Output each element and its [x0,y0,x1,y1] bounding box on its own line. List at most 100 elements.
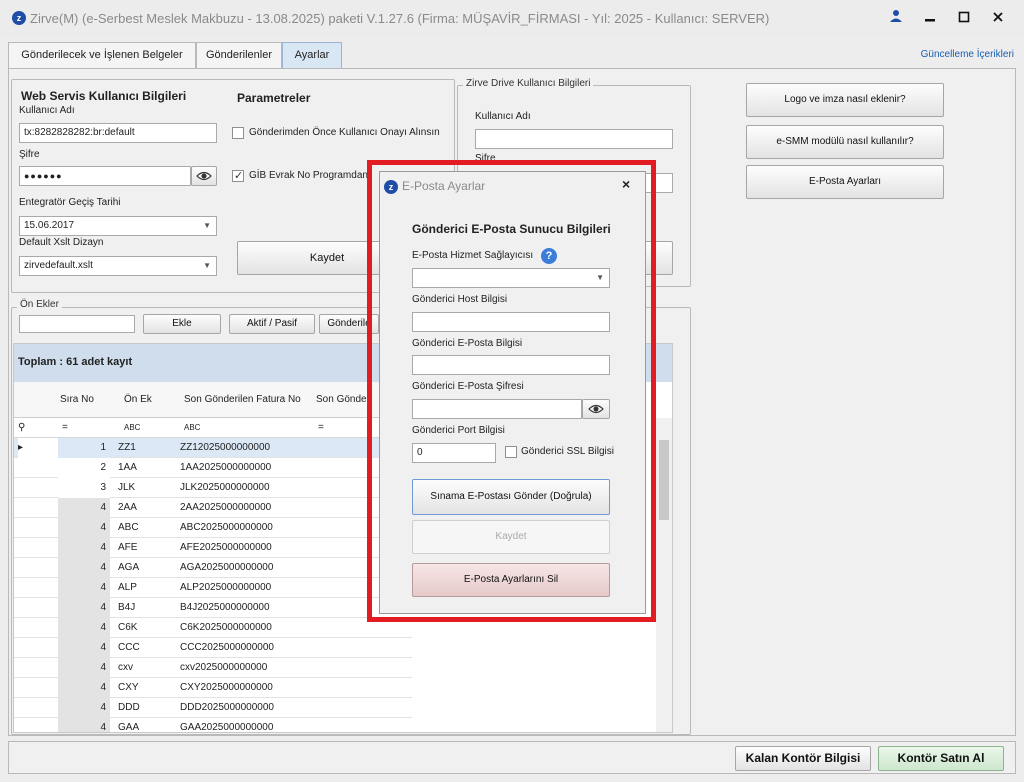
table-row[interactable]: 4 CXY CXY2025000000000 [14,678,412,698]
table-row[interactable]: 4 B4J B4J2025000000000 [14,598,412,618]
last-invoice-cell: ZZ12025000000000 [180,442,271,453]
table-row[interactable]: 3 JLK JLK2025000000000 [14,478,412,498]
text-filter-icon: ABC [124,423,141,432]
last-invoice-cell: ABC2025000000000 [180,522,273,533]
total-records-label: Toplam : 61 adet kayıt [18,356,133,368]
chevron-down-icon: ▼ [596,273,604,282]
window-title: Zirve(M) (e-Serbest Meslek Makbuzu - 13.… [30,11,770,26]
tab-documents[interactable]: Gönderilecek ve İşlenen Belgeler [8,42,196,68]
prefix-input[interactable] [19,315,135,333]
order-cell: 4 [58,698,110,718]
remaining-credit-button[interactable]: Kalan Kontör Bilgisi [735,746,871,771]
table-row[interactable]: 2 1AA 1AA2025000000000 [14,458,412,478]
grid-rows: ▸ 1 ZZ1 ZZ12025000000000 2 1AA 1AA202500000000… [14,438,412,733]
table-row[interactable]: 4 AGA AGA2025000000000 [14,558,412,578]
integrator-date-picker[interactable]: 15.06.2017 ▼ [19,216,217,236]
column-header-prefix[interactable]: Ön Ek [124,390,152,410]
port-input[interactable]: 0 [412,443,496,463]
prefix-cell: ABC [118,522,139,533]
prefix-cell: B4J [118,602,136,613]
last-invoice-cell: C6K2025000000000 [180,622,272,633]
last-invoice-cell: 2AA2025000000000 [180,502,272,513]
ssl-checkbox[interactable] [505,446,517,458]
email-label: Gönderici E-Posta Bilgisi [412,338,523,349]
last-invoice-cell: DDD2025000000000 [180,702,274,713]
column-header-last-invoice[interactable]: Son Gönderilen Fatura No [184,390,301,410]
column-header-last-sent[interactable]: Son Gönder [316,390,370,410]
help-icon[interactable]: ? [541,248,557,264]
buy-credit-button[interactable]: Kontör Satın Al [878,746,1004,771]
table-row[interactable]: ▸ 1 ZZ1 ZZ12025000000000 [14,438,412,458]
email-password-input[interactable] [412,399,582,419]
table-row[interactable]: 4 GAA GAA2025000000000 [14,718,412,733]
approval-checkbox[interactable] [232,127,244,139]
table-row[interactable]: 4 AFE AFE2025000000000 [14,538,412,558]
toggle-active-button[interactable]: Aktif / Pasif [229,314,315,334]
table-row[interactable]: 4 2AA 2AA2025000000000 [14,498,412,518]
prefix-cell: CXY [118,682,139,693]
drive-username-input[interactable] [475,129,673,149]
username-label: Kullanıcı Adı [19,105,75,116]
update-contents-link[interactable]: Güncelleme İçerikleri [921,49,1014,60]
last-invoice-cell: ALP2025000000000 [180,582,272,593]
table-row[interactable]: 4 C6K C6K2025000000000 [14,618,412,638]
table-row[interactable]: 4 CCC CCC2025000000000 [14,638,412,658]
order-cell: 4 [58,538,110,558]
prefix-cell: JLK [118,482,136,493]
web-service-title: Web Servis Kullanıcı Bilgileri [21,89,187,103]
grid-filter-row[interactable]: ⚲ = ABC ABC = [14,418,412,438]
prefix-cell: DDD [118,702,140,713]
prefix-cell: AFE [118,542,138,553]
add-prefix-button[interactable]: Ekle [143,314,221,334]
scrollbar-thumb[interactable] [659,440,669,520]
user-icon[interactable] [880,6,912,30]
last-invoice-cell: CCC2025000000000 [180,642,274,653]
xslt-select[interactable]: zirvedefault.xslt ▼ [19,256,217,276]
approval-label: Gönderimden Önce Kullanıcı Onayı Alınsın [249,127,440,138]
equals-filter-icon: = [318,422,324,433]
username-input[interactable]: tx:8282828282:br:default [19,123,217,143]
password-input[interactable]: ●●●●●● [19,166,191,186]
order-cell: 3 [58,478,110,498]
tab-sent[interactable]: Gönderilenler [196,42,282,68]
close-icon[interactable] [982,6,1014,30]
host-input[interactable] [412,312,610,332]
password-label: Şifre [19,149,40,160]
host-label: Gönderici Host Bilgisi [412,294,508,305]
prefix-cell: 1AA [118,462,137,473]
show-password-eye-icon[interactable] [191,166,217,186]
dialog-save-button[interactable]: Kaydet [412,520,610,554]
minimize-icon[interactable] [914,6,946,30]
gib-checkbox[interactable] [232,169,244,182]
email-input[interactable] [412,355,610,375]
bottom-bar: Kalan Kontör Bilgisi Kontör Satın Al [8,741,1016,774]
last-invoice-cell: CXY2025000000000 [180,682,273,693]
table-row[interactable]: 4 ABC ABC2025000000000 [14,518,412,538]
email-password-label: Gönderici E-Posta Şifresi [412,381,524,392]
row-indicator-icon: ▸ [18,438,58,458]
last-invoice-cell: cxv2025000000000 [180,662,268,673]
table-row[interactable]: 4 ALP ALP2025000000000 [14,578,412,598]
prefix-title: Ön Ekler [17,299,62,310]
prefix-cell: GAA [118,722,140,733]
tab-settings[interactable]: Ayarlar [282,42,342,68]
last-invoice-cell: AFE2025000000000 [180,542,272,553]
send-test-email-button[interactable]: Sınama E-Postası Gönder (Doğrula) [412,479,610,515]
table-row[interactable]: 4 cxv cxv2025000000000 [14,658,412,678]
prefix-cell: ALP [118,582,137,593]
maximize-icon[interactable] [948,6,980,30]
provider-select[interactable]: ▼ [412,268,610,288]
email-settings-dialog: z E-Posta Ayarlar × Gönderici E-Posta Su… [379,171,646,614]
last-invoice-cell: B4J2025000000000 [180,602,270,613]
column-header-order[interactable]: Sıra No [60,390,94,410]
dialog-close-icon[interactable]: × [622,176,630,192]
text-filter-icon: ABC [184,423,201,432]
dialog-logo-icon: z [384,180,398,194]
esmm-help-button[interactable]: e-SMM modülü nasıl kullanılır? [746,125,944,159]
table-row[interactable]: 4 DDD DDD2025000000000 [14,698,412,718]
email-settings-button[interactable]: E-Posta Ayarları [746,165,944,199]
logo-help-button[interactable]: Logo ve imza nasıl eklenir? [746,83,944,117]
show-password-eye-icon[interactable] [582,399,610,419]
grid-scrollbar[interactable] [656,418,672,732]
delete-email-settings-button[interactable]: E-Posta Ayarlarını Sil [412,563,610,597]
